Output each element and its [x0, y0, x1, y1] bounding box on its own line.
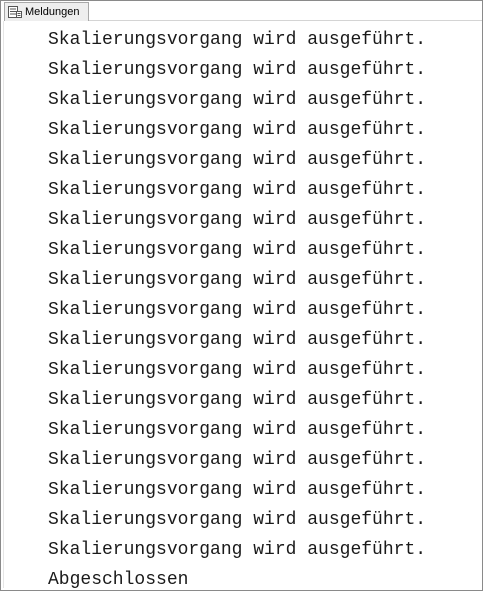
message-line: Skalierungsvorgang wird ausgeführt. [48, 510, 427, 530]
message-line: Skalierungsvorgang wird ausgeführt. [48, 540, 427, 560]
message-line: Skalierungsvorgang wird ausgeführt. [48, 240, 427, 260]
message-line: Skalierungsvorgang wird ausgeführt. [48, 270, 427, 290]
message-line: Skalierungsvorgang wird ausgeführt. [48, 150, 427, 170]
message-line: Skalierungsvorgang wird ausgeführt. [48, 330, 427, 350]
message-line: Skalierungsvorgang wird ausgeführt. [48, 420, 427, 440]
tab-strip: Meldungen [1, 1, 482, 21]
message-line: Skalierungsvorgang wird ausgeführt. [48, 390, 427, 410]
tab-divider [89, 20, 482, 21]
message-line: Skalierungsvorgang wird ausgeführt. [48, 450, 427, 470]
message-line: Skalierungsvorgang wird ausgeführt. [48, 360, 427, 380]
message-line: Skalierungsvorgang wird ausgeführt. [48, 180, 427, 200]
tab-messages-label: Meldungen [25, 5, 80, 18]
message-line: Skalierungsvorgang wird ausgeführt. [48, 480, 427, 500]
message-line: Skalierungsvorgang wird ausgeführt. [48, 60, 427, 80]
message-line: Skalierungsvorgang wird ausgeführt. [48, 210, 427, 230]
messages-panel: Meldungen Skalierungsvorgang wird ausgef… [0, 0, 483, 591]
left-divider [3, 21, 4, 588]
message-line: Skalierungsvorgang wird ausgeführt. [48, 120, 427, 140]
message-list: Skalierungsvorgang wird ausgeführt. Skali… [48, 25, 478, 595]
message-line: Skalierungsvorgang wird ausgeführt. [48, 90, 427, 110]
messages-icon [8, 5, 22, 19]
tab-messages[interactable]: Meldungen [4, 2, 89, 21]
message-line: Skalierungsvorgang wird ausgeführt. [48, 30, 427, 50]
message-line: Skalierungsvorgang wird ausgeführt. [48, 300, 427, 320]
